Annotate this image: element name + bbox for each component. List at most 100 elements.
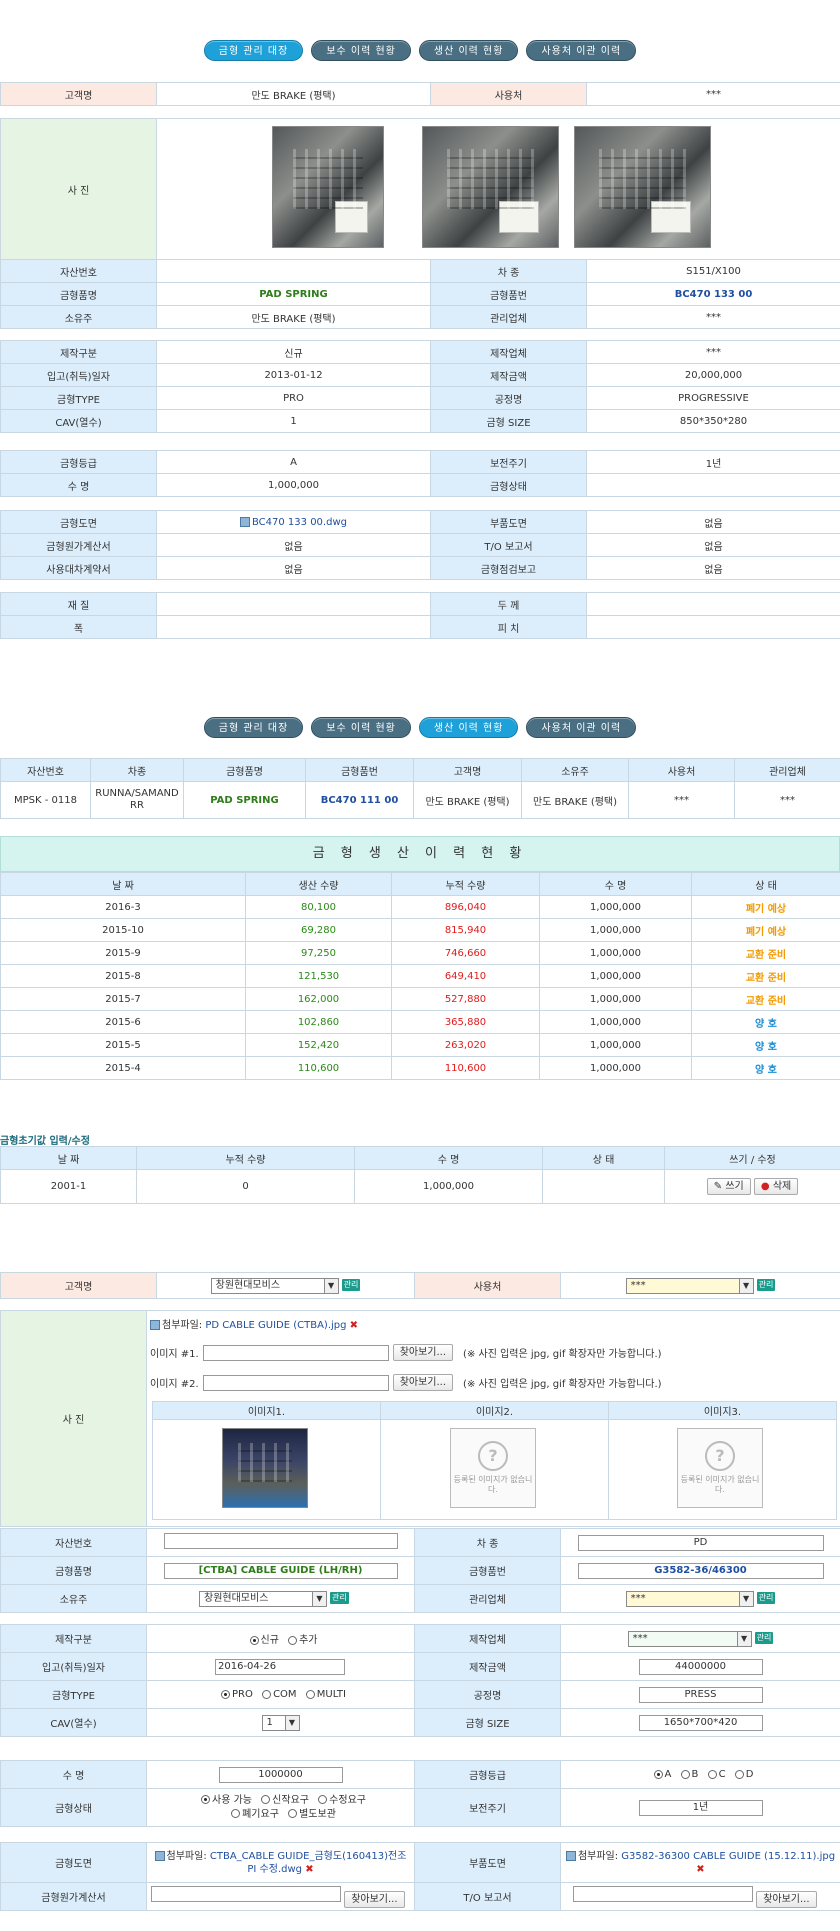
history-life: 1,000,000 xyxy=(539,1033,692,1057)
width-label: 폭 xyxy=(0,615,157,639)
history-cum: 896,040 xyxy=(391,895,540,919)
mold-type-option: COM xyxy=(273,1689,297,1700)
cable-guide-thumbnail[interactable] xyxy=(222,1428,308,1508)
maker-select[interactable]: *** ▼ xyxy=(627,1630,752,1647)
mold-photo-1[interactable] xyxy=(272,126,384,248)
edit-drawing-cell: 첨부파일: CTBA_CABLE GUIDE_금형도(160413)전조 PI … xyxy=(146,1842,415,1883)
mold-type-radio-pro[interactable] xyxy=(221,1689,231,1699)
tab-production-history[interactable]: 생산 이력 현황 xyxy=(418,40,519,61)
part-drawing-file-link[interactable]: G3582-36300 CABLE GUIDE (15.12.11).jpg xyxy=(621,1851,835,1862)
cost-calc-file-input[interactable] xyxy=(151,1885,341,1902)
cost-calc-browse-button[interactable]: 찾아보기... xyxy=(344,1890,405,1908)
drawing-label: 금형도면 xyxy=(0,510,157,534)
remove-drawing-icon[interactable]: ✖ xyxy=(305,1864,313,1875)
maker-label: 제작업체 xyxy=(430,340,587,364)
cost-input[interactable]: 44000000 xyxy=(638,1658,763,1675)
status-radio-fix-request[interactable] xyxy=(318,1795,328,1804)
tab-mold-ledger-2[interactable]: 금형 관리 대장 xyxy=(203,717,304,738)
asset-input[interactable] xyxy=(163,1533,398,1549)
delete-button[interactable]: ● 삭제 xyxy=(753,1178,799,1195)
status-label: 금형상태 xyxy=(430,473,587,497)
maker-manage-button[interactable]: 관리 xyxy=(754,1631,774,1644)
history-status: 폐기 예상 xyxy=(691,895,840,919)
to-report-file-input[interactable] xyxy=(573,1885,753,1902)
make-type-option: 추가 xyxy=(299,1635,318,1646)
mold-type-radio-multi[interactable] xyxy=(305,1689,315,1699)
status-radio-new-request[interactable] xyxy=(261,1795,271,1804)
mold-type-radio-com[interactable] xyxy=(262,1689,272,1699)
tab-mold-ledger[interactable]: 금형 관리 대장 xyxy=(203,40,304,61)
mgmt-select[interactable]: *** ▼ xyxy=(625,1590,754,1607)
tab-repair-history-2[interactable]: 보수 이력 현황 xyxy=(311,717,411,738)
edit-owner-cell: 창원현대모비스 ▼ 관리 xyxy=(146,1584,415,1613)
product-input[interactable]: [CTBA] CABLE GUIDE (LH/RH) xyxy=(163,1562,398,1579)
history-qty: 152,420 xyxy=(245,1033,392,1057)
process-input[interactable]: PRESS xyxy=(638,1686,763,1703)
user-select[interactable]: *** ▼ xyxy=(625,1277,754,1294)
drawing-link[interactable]: BC470 133 00.dwg xyxy=(252,517,347,528)
summary-header: 관리업체 xyxy=(734,758,840,782)
grade-radio-c[interactable] xyxy=(707,1769,717,1779)
history-date: 2016-3 xyxy=(0,895,246,919)
mgmt-manage-button[interactable]: 관리 xyxy=(756,1591,776,1604)
image2-file-input[interactable] xyxy=(202,1374,389,1391)
summary-cell: 만도 BRAKE (평택) xyxy=(413,781,522,819)
life-input[interactable]: 1000000 xyxy=(218,1766,343,1783)
remove-attach-icon[interactable]: ✖ xyxy=(350,1320,358,1331)
tab-transfer-history[interactable]: 사용처 이관 이력 xyxy=(526,40,637,61)
attach-link[interactable]: PD CABLE GUIDE (CTBA).jpg xyxy=(205,1320,346,1331)
size-input[interactable]: 1650*700*420 xyxy=(638,1714,763,1731)
tab-production-history-2[interactable]: 생산 이력 현황 xyxy=(418,717,519,738)
write-button[interactable]: ✎ 쓰기 xyxy=(706,1178,751,1195)
part-value: BC470 133 00 xyxy=(585,282,840,306)
table-row: 2015-8 121,530 649,410 1,000,000 교환 준비 xyxy=(0,964,840,988)
to-report-browse-button[interactable]: 찾아보기... xyxy=(756,1890,817,1908)
file-icon xyxy=(240,516,250,527)
mold-photo-3[interactable] xyxy=(574,126,711,248)
acq-date-input[interactable]: 2016-04-26 xyxy=(215,1658,345,1675)
status-radio-usable[interactable] xyxy=(201,1795,210,1804)
owner-manage-button[interactable]: 관리 xyxy=(330,1591,349,1604)
cav-select[interactable]: 1 ▼ xyxy=(261,1714,300,1731)
edit-cost-calc-cell: 찾아보기... xyxy=(146,1882,415,1911)
make-type-radio-add[interactable] xyxy=(288,1635,298,1645)
summary-cell: 만도 BRAKE (평택) xyxy=(521,781,629,819)
edit-mgmt-label: 관리업체 xyxy=(414,1584,561,1613)
tab-transfer-history-2[interactable]: 사용처 이관 이력 xyxy=(526,717,637,738)
make-type-radio-new[interactable] xyxy=(249,1635,259,1645)
grade-radio-d[interactable] xyxy=(734,1769,744,1779)
table-row: 2016-3 80,100 896,040 1,000,000 폐기 예상 xyxy=(0,895,840,919)
mold-photo-2[interactable] xyxy=(422,126,559,248)
cost-label: 제작금액 xyxy=(430,363,587,387)
edit-size-cell: 1650*700*420 xyxy=(560,1708,840,1737)
grade-radio-b[interactable] xyxy=(680,1769,690,1779)
summary-cell: *** xyxy=(628,781,735,819)
history-status: 교환 준비 xyxy=(691,941,840,965)
image1-file-input[interactable] xyxy=(202,1344,389,1361)
history-qty: 121,530 xyxy=(245,964,392,988)
status-option: 별도보관 xyxy=(299,1808,336,1820)
user-manage-button[interactable]: 관리 xyxy=(756,1278,776,1291)
car-label: 차 종 xyxy=(430,259,587,283)
summary-cell: *** xyxy=(734,781,840,819)
owner-select[interactable]: 창원현대모비스 ▼ xyxy=(199,1590,327,1607)
owner-label: 소유주 xyxy=(0,305,157,329)
car-input[interactable]: PD xyxy=(577,1534,824,1551)
edit-cav-label: CAV(열수) xyxy=(0,1708,147,1737)
process-label: 공정명 xyxy=(430,386,587,410)
status-radio-separate-storage[interactable] xyxy=(288,1809,298,1818)
grade-radio-a[interactable] xyxy=(653,1769,663,1779)
tab-repair-history[interactable]: 보수 이력 현황 xyxy=(311,40,411,61)
history-life: 1,000,000 xyxy=(539,987,692,1011)
customer-manage-button[interactable]: 관리 xyxy=(341,1278,361,1291)
period-input[interactable]: 1년 xyxy=(638,1799,763,1816)
image2-browse-button[interactable]: 찾아보기... xyxy=(392,1374,454,1391)
history-cum: 527,880 xyxy=(391,987,540,1011)
table-row: 2015-4 110,600 110,600 1,000,000 양 호 xyxy=(0,1056,840,1080)
remove-part-drawing-icon[interactable]: ✖ xyxy=(696,1864,704,1875)
image1-browse-button[interactable]: 찾아보기... xyxy=(392,1344,454,1361)
chevron-down-icon: ▼ xyxy=(738,1591,753,1606)
part-input[interactable]: G3582-36/46300 xyxy=(577,1562,824,1579)
customer-select[interactable]: 창원현대모비스 ▼ xyxy=(210,1277,339,1294)
status-radio-discard-request[interactable] xyxy=(231,1809,241,1818)
